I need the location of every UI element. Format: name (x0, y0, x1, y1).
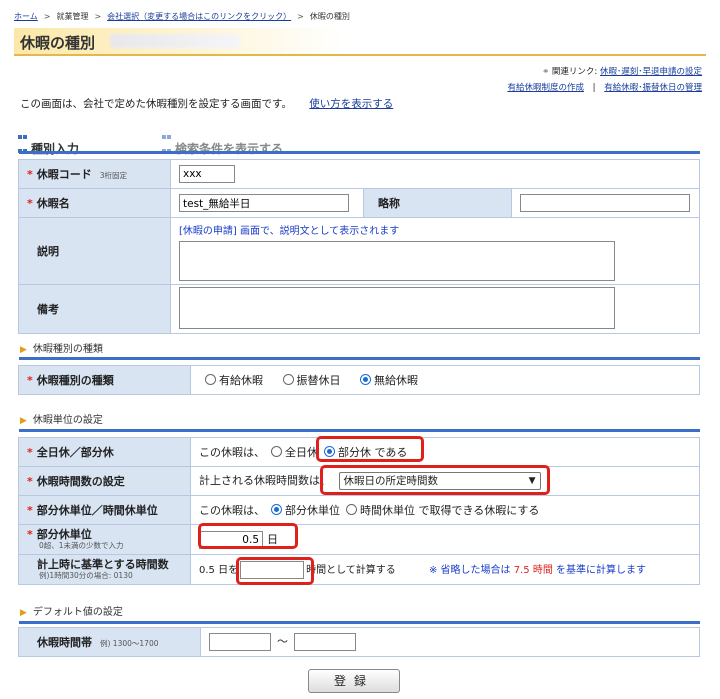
subsection-unit: ▶ 休暇単位の設定 (20, 411, 103, 426)
type-radio-paid[interactable] (205, 374, 216, 385)
timeband-from-input[interactable] (209, 633, 271, 651)
hours-label: 休暇時間数の設定 (36, 475, 125, 488)
breadcrumb: ホーム > 就業管理 > 会社選択（変更する場合はこのリンクをクリック） > 休暇の種別 (14, 12, 350, 21)
type-opt-substitute: 振替休日 (296, 374, 341, 387)
page-title: 休暇の種別 (20, 34, 96, 52)
unit-pre: この休暇は、 (199, 504, 265, 517)
related-link-leave-settings[interactable]: 休暇･遅刻･早退申請の設定 (600, 67, 702, 77)
base-hours-post: 時間として計算する (306, 564, 396, 576)
code-input[interactable] (179, 165, 235, 183)
type-form: * 休暇種別の種類 有給休暇 振替休日 無給休暇 (18, 357, 700, 395)
subsection-type-label: 休暇種別の種類 (32, 344, 103, 355)
type-label: 休暇種別の種類 (36, 374, 114, 387)
subsection-default-label: デフォルト値の設定 (32, 607, 123, 618)
breadcrumb-work: 就業管理 (56, 12, 89, 21)
fullpart-pre: この休暇は、 (199, 446, 265, 459)
partunit-label: 部分休単位 (36, 527, 92, 541)
subsection-type: ▶ 休暇種別の種類 (20, 340, 103, 355)
base-hours-sub: 例)1時間30分の場合: 0130 (39, 570, 133, 580)
highlight-part-option (316, 436, 424, 462)
company-name-redacted (110, 34, 240, 48)
register-button[interactable]: 登録 (308, 669, 400, 693)
fullpart-radio-full[interactable] (271, 446, 282, 457)
intro: この画面は、会社で定めた休暇種別を設定する画面です。 使い方を表示する (20, 96, 393, 111)
fullpart-label: 全日休／部分休 (36, 446, 114, 459)
base-hours-note: ※ 省略した場合は 7.5 時間 を基準に計算します (429, 565, 646, 576)
unit-radio-hour[interactable] (346, 504, 357, 515)
partunit-sub: 0超、1未満の少数で入力 (39, 540, 124, 550)
note-pre: ※ 省略した場合は (428, 564, 511, 576)
base-hours-label: 計上時に基準とする時間数 (37, 557, 169, 571)
type-radio-substitute[interactable] (282, 374, 294, 385)
page-title-bar: 休暇の種別 (14, 28, 706, 56)
note-value: 7.5 時間 (513, 564, 553, 576)
timeband-to-input[interactable] (294, 633, 356, 651)
subsection-default: ▶ デフォルト値の設定 (20, 603, 123, 618)
link-chain-icon: ⚭ (542, 67, 550, 77)
grid-icon (162, 129, 172, 153)
related-links: ⚭ 関連リンク: 休暇･遅刻･早退申請の設定 有給休暇制度の作成 | 有給休暇･… (507, 64, 702, 96)
code-label-cell: * 休暇コード 3桁固定 (18, 159, 171, 189)
hours-pre: 計上される休暇時間数は、 (199, 474, 331, 487)
intro-text: この画面は、会社で定めた休暇種別を設定する画面です。 (20, 98, 292, 110)
related-link-paid-leave-manage[interactable]: 有給休暇･振替休日の管理 (604, 83, 702, 93)
unit-opt-part: 部分休単位 (285, 504, 340, 517)
triangle-icon: ▶ (20, 345, 27, 355)
unit-opt-hour: 時間休単位 (360, 504, 415, 517)
grid-icon (18, 129, 28, 153)
triangle-icon: ▶ (20, 416, 27, 426)
fullpart-opt-full: 全日休 (285, 446, 318, 459)
highlight-base-hours (236, 557, 314, 585)
related-link-paid-leave-create[interactable]: 有給休暇制度の作成 (507, 83, 584, 93)
timeband-label: 休暇時間帯 (37, 636, 92, 649)
basic-form: *休暇コード3桁固定 *休暇名 略称 説明 [休暇の申請] 画面で、説明文として… (18, 151, 700, 334)
unit-post: で取得できる休暇にする (418, 504, 540, 517)
timeband-sub: 例) 1300～1700 (100, 639, 159, 648)
subsection-unit-label: 休暇単位の設定 (32, 415, 103, 426)
note-post: を基準に計算します (556, 564, 647, 576)
breadcrumb-company-link[interactable]: 会社選択（変更する場合はこのリンクをクリック） (107, 12, 291, 21)
unit-label: 部分休単位／時間休単位 (36, 504, 158, 517)
default-form: 休暇時間帯 例) 1300～1700 ～ (18, 621, 700, 657)
name-input[interactable] (179, 194, 349, 212)
abbr-input[interactable] (520, 194, 690, 212)
name-label: 休暇名 (36, 197, 70, 210)
code-label: 休暇コード (36, 168, 92, 181)
highlight-hours-select (320, 465, 550, 495)
type-opt-paid: 有給休暇 (219, 374, 263, 387)
triangle-icon: ▶ (20, 608, 27, 618)
related-sep: | (592, 83, 596, 93)
desc-textarea[interactable] (179, 241, 615, 281)
remark-label: 備考 (18, 284, 171, 334)
type-radio-unpaid[interactable] (360, 374, 371, 385)
howto-link[interactable]: 使い方を表示する (309, 98, 393, 110)
desc-note: [休暇の申請] 画面で、説明文として表示されます (179, 226, 400, 237)
timeband-tilde: ～ (277, 635, 288, 648)
type-opt-unpaid: 無給休暇 (374, 374, 418, 387)
abbr-label: 略称 (363, 188, 512, 218)
highlight-part-unit (198, 523, 298, 549)
unit-radio-part[interactable] (271, 504, 282, 515)
base-hours-pre: 0.5 日を (199, 564, 239, 576)
related-label: 関連リンク: (551, 67, 598, 77)
breadcrumb-home[interactable]: ホーム (14, 12, 38, 21)
desc-label: 説明 (18, 217, 171, 285)
breadcrumb-current: 休暇の種別 (309, 12, 350, 21)
remark-textarea[interactable] (179, 286, 615, 329)
code-sub: 3桁固定 (99, 171, 128, 180)
